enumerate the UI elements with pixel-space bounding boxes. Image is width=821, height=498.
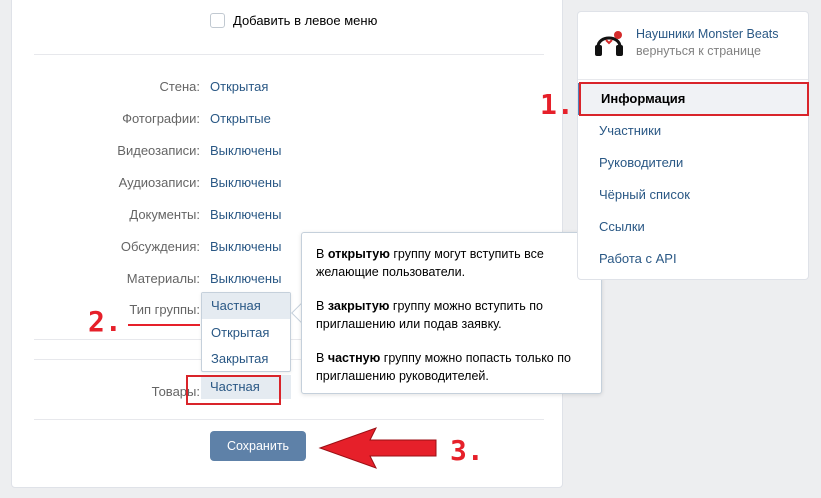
add-to-menu-label: Добавить в левое меню — [233, 13, 378, 28]
divider — [578, 79, 808, 80]
setting-value[interactable]: Открытая — [210, 79, 268, 94]
setting-label: Стена: — [159, 79, 200, 94]
sidebar-item-blacklist[interactable]: Чёрный список — [599, 187, 690, 202]
add-to-menu-row[interactable]: Добавить в левое меню — [210, 13, 377, 28]
option-closed[interactable]: Закрытая — [202, 346, 290, 372]
annotation-step-1: 1. — [540, 88, 574, 121]
tooltip-text-private: В частную группу можно попасть только по… — [316, 351, 571, 383]
back-link[interactable]: вернуться к странице — [636, 43, 779, 59]
setting-label: Материалы: — [126, 271, 200, 286]
add-to-menu-checkbox[interactable] — [210, 13, 225, 28]
setting-label: Фотографии: — [122, 111, 200, 126]
setting-row-audio: Аудиозаписи: Выключены — [12, 175, 562, 195]
side-menu-card: Наушники Monster Beats вернуться к стран… — [577, 11, 809, 280]
save-button[interactable]: Сохранить — [210, 431, 306, 461]
group-name[interactable]: Наушники Monster Beats — [636, 26, 779, 42]
setting-value[interactable]: Открытые — [210, 111, 271, 126]
setting-value[interactable]: Выключены — [210, 271, 281, 286]
setting-row-documents: Документы: Выключены — [12, 207, 562, 227]
setting-value[interactable]: Выключены — [210, 175, 281, 190]
group-header[interactable]: Наушники Monster Beats вернуться к стран… — [592, 26, 779, 60]
divider — [34, 419, 544, 420]
option-open[interactable]: Открытая — [202, 320, 290, 346]
setting-value[interactable]: Выключены — [210, 207, 281, 222]
tooltip-text-closed: В закрытую группу можно вступить по приг… — [316, 299, 543, 331]
setting-label: Обсуждения: — [120, 239, 200, 254]
annotation-step-3: 3. — [450, 434, 484, 467]
setting-label: Аудиозаписи: — [118, 175, 200, 190]
setting-row-wall: Стена: Открытая — [12, 79, 562, 99]
option-private[interactable]: Частная — [202, 293, 290, 319]
highlight-box-goods — [186, 375, 281, 405]
setting-row-photos: Фотографии: Открытые — [12, 111, 562, 131]
highlight-box-info — [579, 82, 809, 116]
setting-value[interactable]: Выключены — [210, 239, 281, 254]
setting-label: Видеозаписи: — [117, 143, 200, 158]
annotation-step-2: 2. — [88, 305, 122, 338]
red-arrow-icon — [318, 427, 437, 469]
sidebar-item-links[interactable]: Ссылки — [599, 219, 645, 234]
group-type-tooltip: В открытую группу могут вступить все жел… — [301, 232, 602, 394]
tooltip-text-open: В открытую группу могут вступить все жел… — [316, 247, 544, 279]
group-type-dropdown[interactable]: Частная Открытая Закрытая — [201, 292, 291, 372]
sidebar-item-api[interactable]: Работа с API — [599, 251, 677, 266]
headphones-logo-icon[interactable] — [592, 26, 626, 60]
setting-value[interactable]: Выключены — [210, 143, 281, 158]
setting-label: Документы: — [129, 207, 200, 222]
setting-row-videos: Видеозаписи: Выключены — [12, 143, 562, 163]
sidebar-item-managers[interactable]: Руководители — [599, 155, 683, 170]
annotation-underline — [128, 324, 200, 326]
sidebar-item-members[interactable]: Участники — [599, 123, 661, 138]
group-type-label: Тип группы: — [129, 302, 200, 317]
divider — [34, 54, 544, 55]
